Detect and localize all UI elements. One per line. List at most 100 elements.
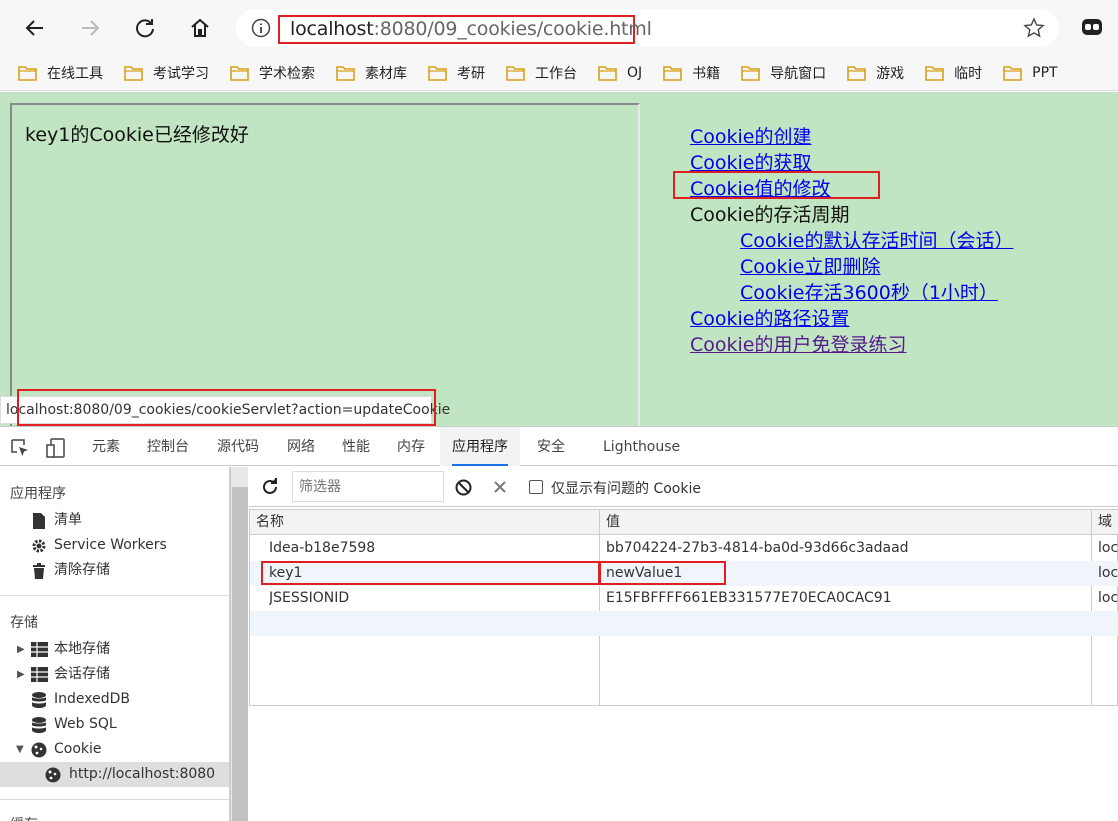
document-icon	[33, 513, 45, 529]
extension-icon[interactable]	[1080, 15, 1104, 39]
sidebar-item-websql[interactable]: Web SQL	[0, 712, 229, 737]
bookmark-item[interactable]: 素材库	[336, 63, 407, 83]
table-grid-icon	[31, 642, 48, 657]
bookmark-label: 素材库	[365, 66, 407, 82]
link-cookie-login-practice[interactable]: Cookie的用户免登录练习	[690, 332, 1014, 358]
cookie-value: bb704224-27b3-4814-ba0d-93d66c3adaad	[606, 540, 909, 556]
sidebar-label: Cookie	[54, 741, 102, 757]
tab-performance[interactable]: 性能	[330, 427, 382, 466]
link-cookie-path[interactable]: Cookie的路径设置	[690, 306, 1014, 332]
bookmark-item[interactable]: OJ	[598, 65, 642, 81]
favorite-star-icon[interactable]	[1023, 17, 1045, 39]
nav-links: Cookie的创建 Cookie的获取 Cookie值的修改 Cookie的存活…	[690, 124, 1014, 358]
bookmark-item[interactable]: 考试学习	[124, 63, 209, 83]
folder-icon	[124, 65, 143, 81]
link-cookie-create[interactable]: Cookie的创建	[690, 124, 1014, 150]
tab-security[interactable]: 安全	[525, 427, 577, 466]
bookmark-label: 工作台	[535, 66, 577, 82]
bookmarks-bar: 在线工具 考试学习 学术检索 素材库 考研 工作台 OJ 书籍 导航窗口 游戏 临时 PPT	[0, 56, 1118, 91]
inspect-element-icon[interactable]	[10, 438, 30, 458]
gear-icon	[32, 539, 46, 553]
column-header-value[interactable]: 值	[600, 510, 620, 535]
table-grid-icon	[31, 667, 48, 682]
bookmark-item[interactable]: 导航窗口	[741, 63, 826, 83]
bookmark-item[interactable]: PPT	[1003, 65, 1058, 81]
cookie-domain: loc	[1098, 540, 1118, 556]
sidebar-item-session-storage[interactable]: ▶ 会话存储	[0, 662, 229, 687]
cookie-name: JSESSIONID	[269, 590, 350, 606]
bookmark-label: 学术检索	[259, 66, 315, 82]
sidebar-item-local-storage[interactable]: ▶ 本地存储	[0, 637, 229, 662]
tab-memory[interactable]: 内存	[385, 427, 437, 466]
cookie-domain: loc	[1098, 590, 1118, 606]
sidebar-item-manifest[interactable]: 清单	[0, 508, 229, 533]
back-button[interactable]	[17, 10, 53, 46]
cookie-lifecycle-heading: Cookie的存活周期	[690, 204, 850, 226]
expand-arrow-icon[interactable]: ▶	[17, 637, 25, 662]
forward-button[interactable]	[72, 10, 108, 46]
tab-elements[interactable]: 元素	[80, 427, 132, 466]
key1-name-highlight-box	[261, 561, 600, 585]
folder-icon	[663, 65, 682, 81]
sidebar-label: 本地存储	[54, 641, 110, 657]
tab-application[interactable]: 应用程序	[440, 427, 520, 466]
collapse-arrow-icon[interactable]: ▼	[16, 737, 24, 762]
address-bar[interactable]: localhost:8080/09_cookies/cookie.html	[236, 9, 1059, 47]
link-cookie-delete-now[interactable]: Cookie立即删除	[690, 254, 1014, 280]
folder-icon	[598, 65, 617, 81]
cookie-filter-input[interactable]	[292, 471, 444, 502]
link-cookie-life-3600[interactable]: Cookie存活3600秒（1小时）	[690, 280, 1014, 306]
cookie-value: E15FBFFFF661EB331577E70ECA0CAC91	[606, 590, 892, 606]
content-iframe: key1的Cookie已经修改好	[10, 103, 640, 433]
info-icon[interactable]	[250, 17, 272, 39]
table-row[interactable]: JSESSIONID E15FBFFFF661EB331577E70ECA0CA…	[250, 586, 1118, 611]
device-toolbar-icon[interactable]	[46, 438, 66, 458]
reload-button[interactable]	[127, 10, 163, 46]
sidebar-item-cookie-origin[interactable]: http://localhost:8080	[0, 762, 229, 787]
sidebar-item-service-workers[interactable]: Service Workers	[0, 533, 229, 558]
key1-value-highlight-box	[599, 561, 726, 585]
table-row-empty	[250, 611, 1118, 636]
scrollbar-thumb[interactable]	[232, 487, 248, 821]
tab-lighthouse[interactable]: Lighthouse	[591, 427, 692, 466]
only-issues-checkbox[interactable]	[529, 480, 543, 494]
tab-sources[interactable]: 源代码	[205, 427, 271, 466]
delete-selected-icon[interactable]	[493, 480, 507, 494]
column-header-domain[interactable]: 域	[1092, 510, 1112, 535]
bookmark-item[interactable]: 游戏	[847, 63, 904, 83]
sidebar-label: 会话存储	[54, 666, 110, 682]
sidebar-item-cookie[interactable]: ▼ Cookie	[0, 737, 229, 762]
table-row[interactable]: Idea-b18e7598 bb704224-27b3-4814-ba0d-93…	[250, 536, 1118, 561]
sidebar-item-clear-storage[interactable]: 清除存储	[0, 558, 229, 583]
bookmark-item[interactable]: 在线工具	[18, 63, 103, 83]
bookmark-label: 在线工具	[47, 66, 103, 82]
refresh-icon[interactable]	[261, 478, 279, 496]
column-header-name[interactable]: 名称	[250, 510, 284, 535]
tab-console[interactable]: 控制台	[135, 427, 201, 466]
sidebar-item-indexeddb[interactable]: IndexedDB	[0, 687, 229, 712]
bookmark-item[interactable]: 临时	[925, 63, 982, 83]
bookmark-item[interactable]: 工作台	[506, 63, 577, 83]
folder-icon	[428, 65, 447, 81]
home-button[interactable]	[182, 10, 218, 46]
bookmark-item[interactable]: 书籍	[663, 63, 720, 83]
folder-icon	[847, 65, 866, 81]
link-cookie-default-life[interactable]: Cookie的默认存活时间（会话）	[690, 228, 1014, 254]
sidebar-scrollbar[interactable]	[230, 467, 248, 821]
only-issues-label: 仅显示有问题的 Cookie	[551, 481, 701, 497]
url-text[interactable]: localhost:8080/09_cookies/cookie.html	[290, 18, 652, 40]
sidebar-label: Web SQL	[54, 716, 117, 732]
bookmark-item[interactable]: 学术检索	[230, 63, 315, 83]
application-sidebar: 应用程序 清单 Service Workers 清除存储 存储 ▶ 本地存储 ▶…	[0, 467, 230, 821]
bookmark-label: 考试学习	[153, 66, 209, 82]
reload-icon	[136, 19, 154, 38]
folder-icon	[230, 65, 249, 81]
tab-network[interactable]: 网络	[275, 427, 327, 466]
bookmark-item[interactable]: 考研	[428, 63, 485, 83]
expand-arrow-icon[interactable]: ▶	[17, 662, 25, 687]
trash-icon	[33, 563, 45, 579]
url-path: :8080/09_cookies/cookie.html	[373, 18, 652, 40]
cookie-icon	[31, 742, 47, 758]
clear-all-icon[interactable]	[455, 479, 472, 496]
sidebar-divider	[0, 595, 229, 596]
